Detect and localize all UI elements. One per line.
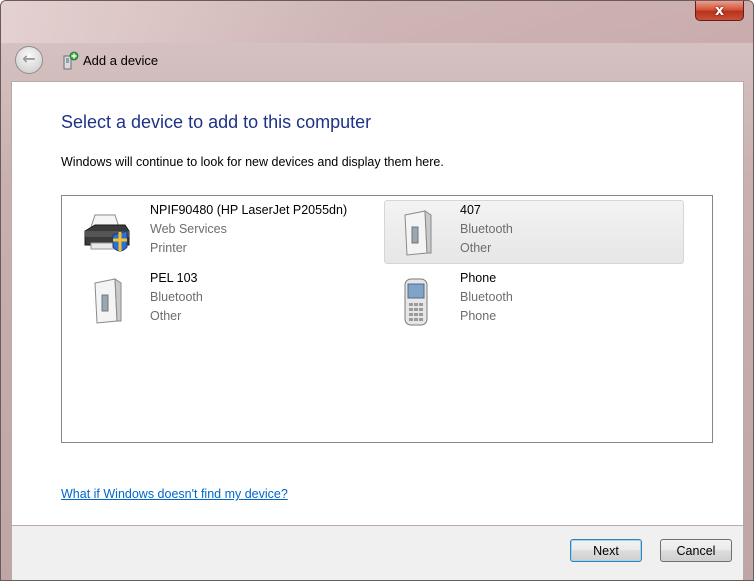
device-type: Other [460, 241, 492, 255]
window-title: Add a device [83, 53, 159, 68]
device-connection: Bluetooth [150, 290, 203, 304]
content-panel: Select a device to add to this computer … [11, 81, 744, 526]
mobile-phone-icon [404, 278, 428, 326]
device-connection: Bluetooth [460, 290, 513, 304]
device-name: NPIF90480 (HP LaserJet P2055dn) [150, 203, 348, 217]
back-arrow-icon: ← [22, 49, 36, 68]
printer-icon [84, 214, 130, 252]
device-list[interactable]: NPIF90480 (HP LaserJet P2055dn) Web Serv… [61, 195, 713, 443]
navigation-bar: ← Add a device [1, 43, 753, 81]
device-type: Phone [460, 309, 497, 323]
help-link[interactable]: What if Windows doesn't find my device? [61, 487, 288, 501]
device-name: PEL 103 [150, 271, 198, 285]
device-item[interactable]: 407 Bluetooth Other [384, 200, 684, 264]
bluetooth-device-icon [404, 210, 432, 256]
instruction-text: Windows will continue to look for new de… [61, 155, 444, 169]
device-connection: Web Services [150, 222, 227, 236]
add-device-icon [63, 51, 79, 70]
device-type: Printer [150, 241, 187, 255]
device-item[interactable]: Phone Bluetooth Phone [384, 268, 684, 332]
add-device-window: x ← Add a device Select a device to add … [0, 0, 754, 581]
device-name: 407 [460, 203, 481, 217]
bluetooth-device-icon [94, 278, 122, 324]
device-connection: Bluetooth [460, 222, 513, 236]
close-icon: x [714, 2, 725, 19]
back-button[interactable]: ← [15, 46, 43, 74]
cancel-button[interactable]: Cancel [660, 539, 732, 562]
device-type: Other [150, 309, 182, 323]
page-heading: Select a device to add to this computer [61, 112, 372, 132]
device-item[interactable]: NPIF90480 (HP LaserJet P2055dn) Web Serv… [74, 200, 364, 264]
next-button[interactable]: Next [570, 539, 642, 562]
close-button[interactable]: x [695, 1, 744, 21]
device-name: Phone [460, 271, 497, 285]
button-bar: Next Cancel [11, 526, 744, 580]
device-item[interactable]: PEL 103 Bluetooth Other [74, 268, 364, 332]
title-bar[interactable]: x [1, 1, 753, 43]
